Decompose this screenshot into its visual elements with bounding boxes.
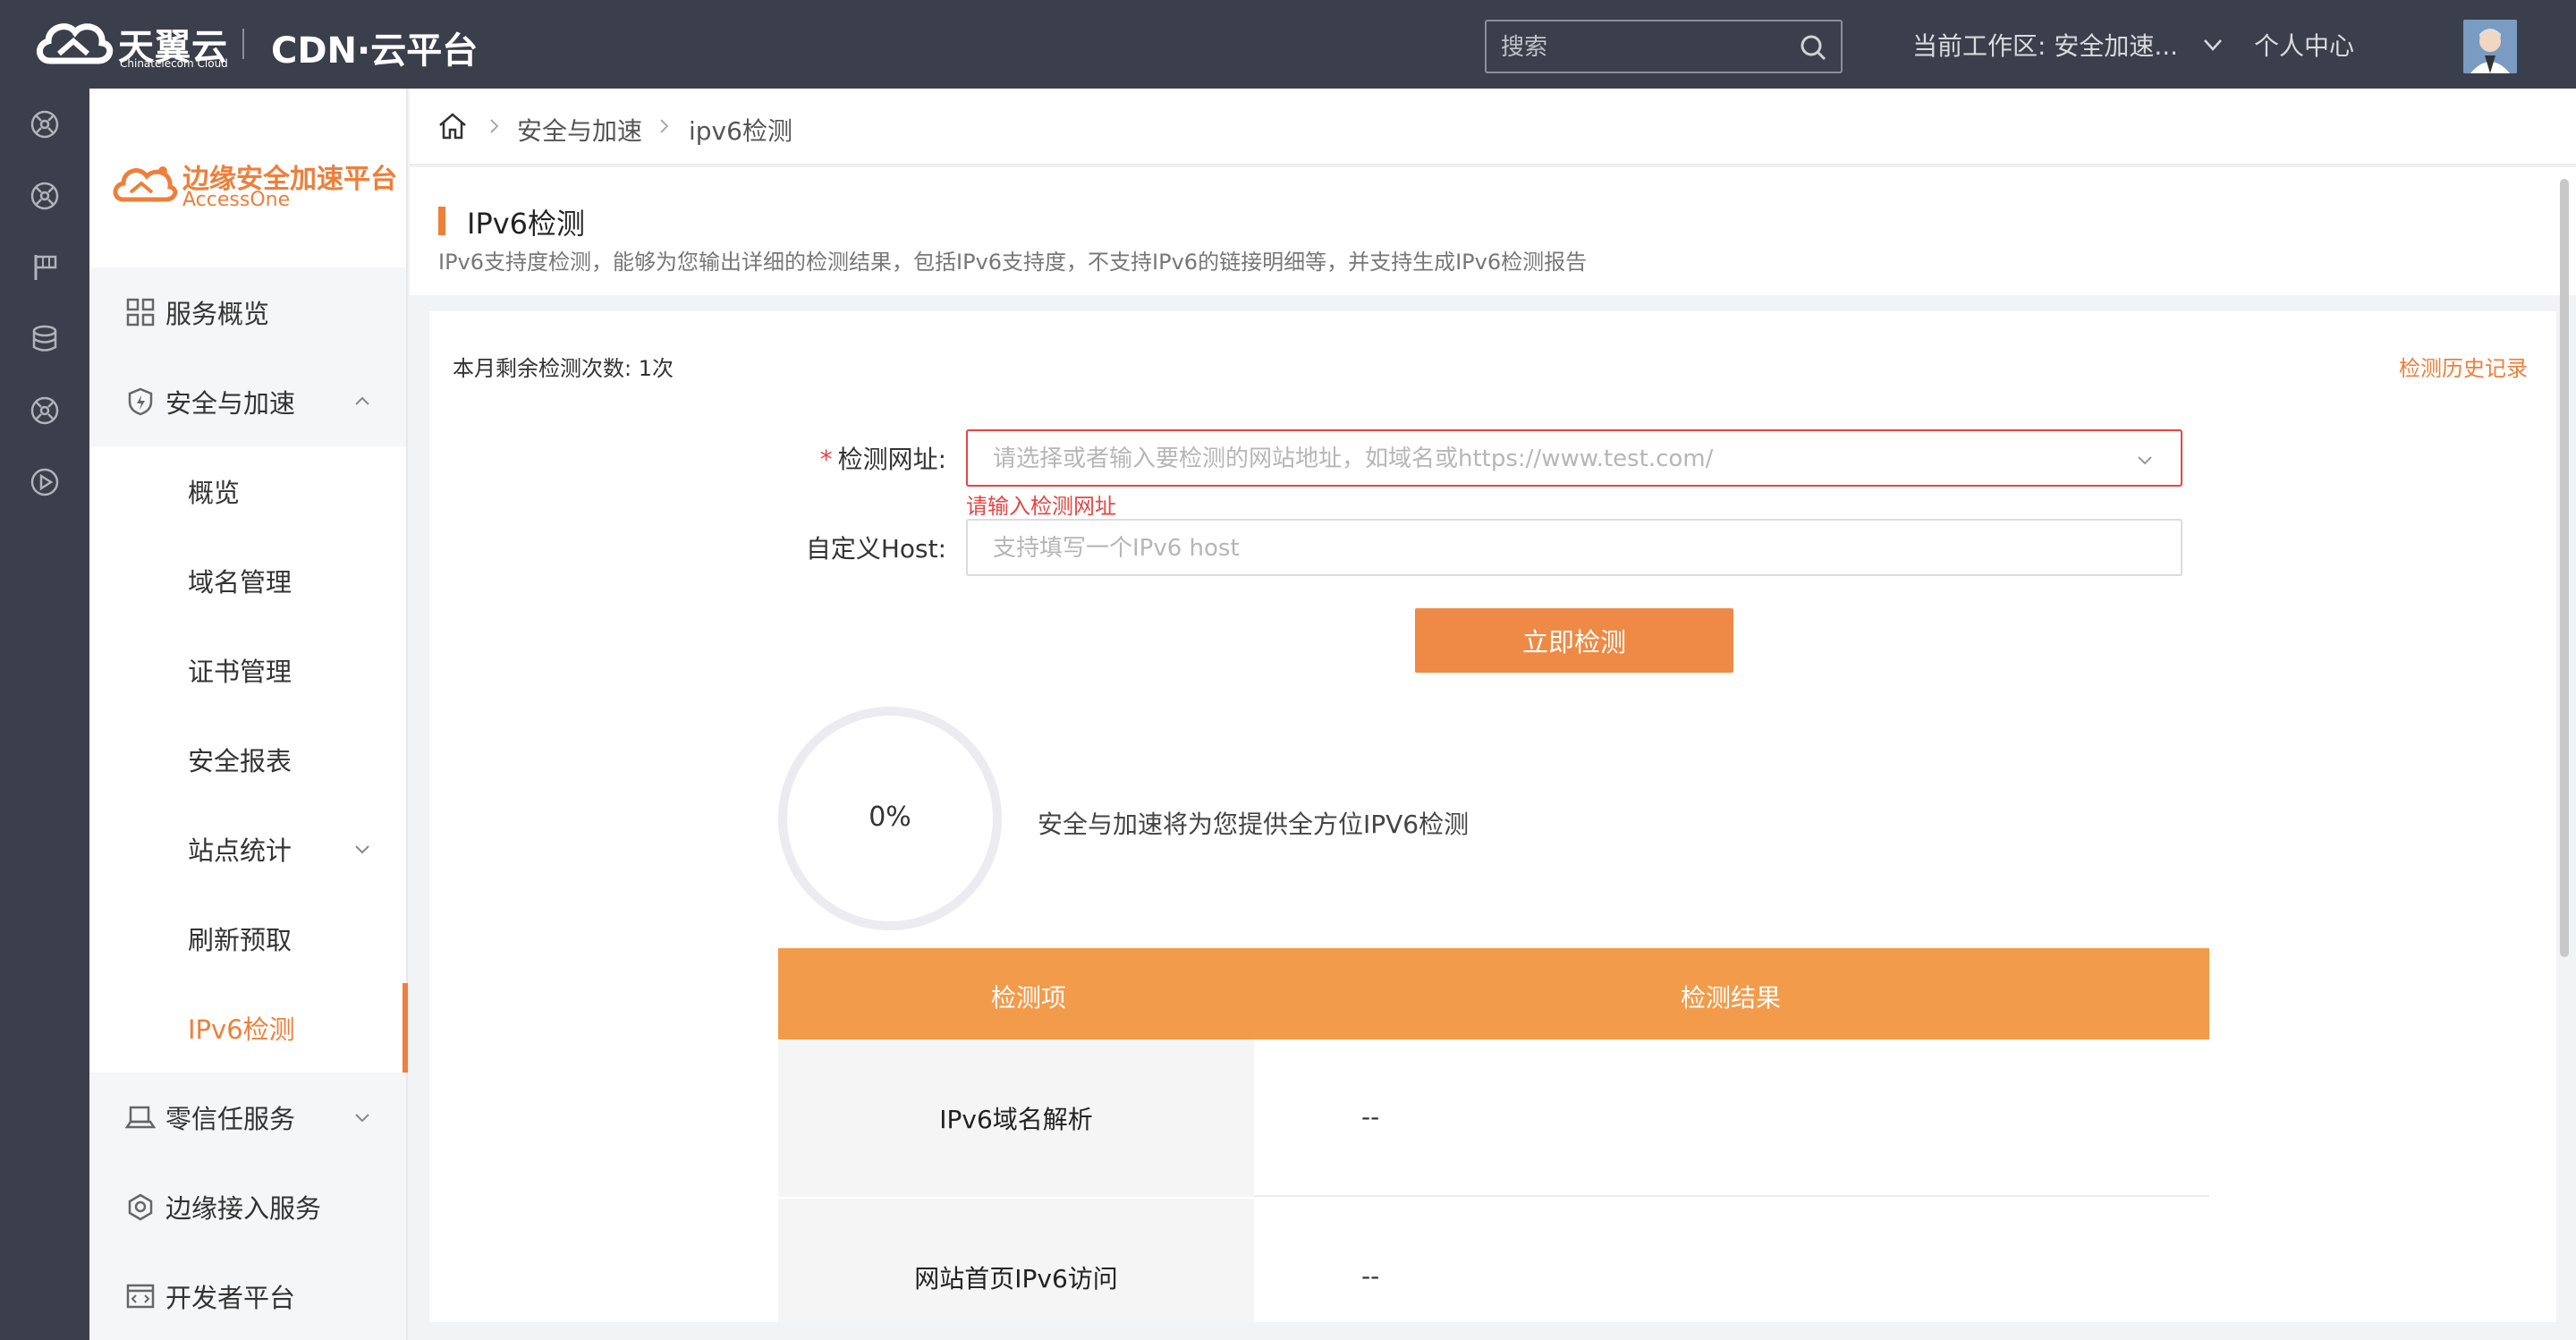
chevron-right-icon [660,119,669,133]
sidebar-item-label: 服务概览 [165,299,270,329]
host-input[interactable] [993,533,2156,564]
column-header: 检测结果 [1680,983,1781,1013]
accessone-logo-icon [113,166,178,202]
personal-center-link[interactable]: 个人中心 [2254,27,2354,63]
history-link[interactable]: 检测历史记录 [2399,351,2528,382]
url-input[interactable] [993,444,2120,474]
shield-icon [128,387,153,416]
table-row: IPv6域名解析 -- [778,1039,2209,1197]
chevron-right-icon [490,119,499,133]
workspace-selector[interactable]: 当前工作区: 安全加速... [1912,27,2178,63]
table-cell-result: -- [1361,1261,1380,1291]
sidebar-item-security-report[interactable]: 安全报表 [89,715,406,804]
sidebar-item-ipv6-detection[interactable]: IPv6检测 [89,983,408,1073]
chevron-down-icon [355,1114,369,1123]
breadcrumb-item[interactable]: 安全与加速 [517,112,642,148]
breadcrumb-item: ipv6检测 [689,116,792,146]
brand-subtitle: AccessOne [182,189,291,211]
sidebar-item-label: 刷新预取 [188,925,292,955]
sidebar-item-label: 零信任服务 [165,1104,296,1134]
title-accent-bar [438,207,445,235]
table-row: 网站首页IPv6访问 -- [778,1199,2209,1322]
sidebar-item-label: 域名管理 [188,567,292,598]
sidebar-item-service-overview[interactable]: 服务概览 [89,267,406,357]
sidebar-item-label: 概览 [188,478,241,508]
avatar[interactable] [2463,20,2517,73]
platform-name: CDN·云平台 [271,30,479,72]
icon-rail [0,89,89,1340]
detect-now-button[interactable]: 立即检测 [1415,608,1733,673]
laptop-icon [125,1106,156,1129]
grid-icon [126,298,155,327]
database-icon[interactable] [29,323,61,355]
top-navigation-bar: 天翼云 Chinatelecom Cloud CDN·云平台 当前工作区: 安全… [0,0,2576,89]
chevron-down-icon [355,845,369,854]
sidebar-item-site-statistics[interactable]: 站点统计 [89,804,406,894]
cdn-node-icon[interactable] [29,108,61,140]
breadcrumb: 安全与加速 ipv6检测 [410,89,2576,165]
column-header: 检测项 [990,983,1066,1013]
sub-sidebar: 边缘安全加速平台 AccessOne 服务概览 安全与加速 概览 域名管理 证书… [89,89,408,1340]
sidebar-item-developer-platform[interactable]: 开发者平台 [89,1251,406,1340]
url-label: * 检测网址: [750,440,946,476]
progress-description: 安全与加速将为您提供全方位IPV6检测 [1038,810,1470,839]
page-title: IPv6检测 [467,207,586,241]
sidebar-item-label: 安全与加速 [165,388,296,419]
table-cell-result: -- [1361,1102,1380,1132]
page-description: IPv6支持度检测，能够为您输出详细的检测结果，包括IPv6支持度，不支持IPv… [438,250,1588,275]
remaining-count: 本月剩余检测次数: 1次 [453,356,674,381]
chevron-down-icon[interactable] [2134,449,2156,471]
code-window-icon [126,1284,155,1308]
search-icon[interactable] [1798,32,1828,63]
service-hub-icon[interactable] [29,394,61,427]
network-hub-icon[interactable] [29,180,61,212]
url-select[interactable] [966,429,2182,487]
sidebar-item-label: 边缘接入服务 [165,1193,322,1224]
sidebar-item-security-acceleration[interactable]: 安全与加速 [89,357,406,446]
sidebar-item-label: 证书管理 [188,657,292,687]
progress-percent: 0% [869,801,911,833]
logo-divider [242,29,244,59]
sidebar-item-label: 安全报表 [188,746,292,776]
play-circle-icon[interactable] [29,466,61,498]
host-label: 自定义Host: [805,534,946,564]
url-label-text: 检测网址: [837,445,946,474]
url-error-message: 请输入检测网址 [966,494,1116,519]
sidebar-item-zero-trust[interactable]: 零信任服务 [89,1073,406,1162]
search-box[interactable] [1485,20,1843,73]
sidebar-item-label: 开发者平台 [165,1282,296,1313]
chevron-down-icon[interactable] [2200,32,2225,57]
network-icon [128,1193,153,1221]
sidebar-item-overview[interactable]: 概览 [89,446,406,536]
table-header: 检测项 检测结果 [778,948,2209,1039]
flag-icon[interactable] [29,251,61,284]
page-header: IPv6检测 IPv6支持度检测，能够为您输出详细的检测结果，包括IPv6支持度… [410,167,2576,295]
page-scrollbar[interactable] [2560,179,2569,957]
tianyi-cloud-logo-icon [37,23,114,64]
table-cell-item: IPv6域名解析 [778,1039,1254,1197]
sidebar-item-certificate-management[interactable]: 证书管理 [89,625,406,715]
search-input[interactable] [1501,32,1796,63]
chevron-up-icon [355,396,369,405]
sidebar-item-edge-access[interactable]: 边缘接入服务 [89,1162,406,1251]
logo-subtitle: Chinatelecom Cloud [120,57,228,70]
user-avatar-icon [2463,20,2517,73]
sidebar-item-label: IPv6检测 [188,1014,295,1045]
required-mark: * [819,445,833,474]
host-field[interactable] [966,519,2182,576]
sidebar-item-refresh-prefetch[interactable]: 刷新预取 [89,894,406,983]
table-cell-item: 网站首页IPv6访问 [778,1199,1254,1322]
sidebar-item-label: 站点统计 [188,835,292,866]
detection-card: 本月剩余检测次数: 1次 检测历史记录 *检测网址: 请输入检测网址 自定义Ho… [429,311,2556,1322]
sidebar-item-domain-management[interactable]: 域名管理 [89,536,406,625]
home-icon[interactable] [436,110,469,142]
